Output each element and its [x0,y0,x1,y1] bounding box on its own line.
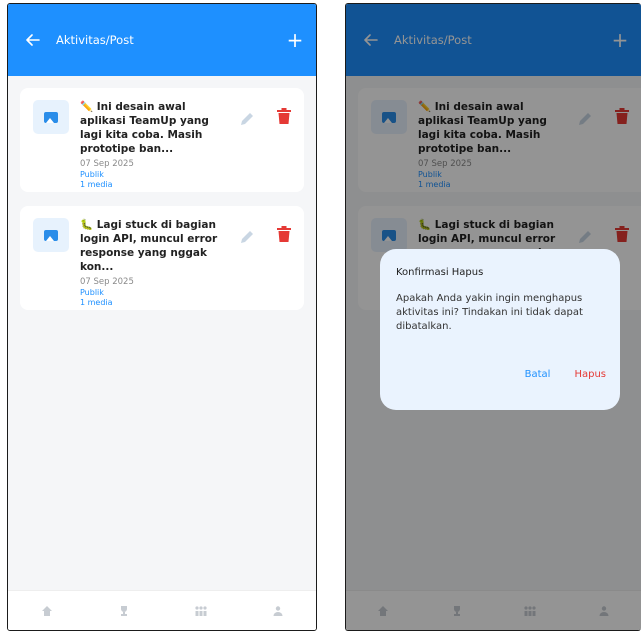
post-list: ✏️ Ini desain awal aplikasi TeamUp yang … [20,88,304,324]
trophy-icon [120,605,127,616]
image-icon [44,111,58,123]
screen-activity-list: Aktivitas/Post + ✏️ Ini desain awal apli… [7,3,317,631]
cancel-button[interactable]: Batal [525,369,551,380]
post-media-count: 1 media [80,298,113,307]
media-thumbnail[interactable] [33,100,69,134]
post-date: 07 Sep 2025 [80,277,134,287]
trash-icon[interactable] [276,107,292,125]
post-text: 🐛 Lagi stuck di bagian login API, muncul… [80,219,218,273]
dialog-title: Konfirmasi Hapus [396,267,484,278]
post-card[interactable]: 🐛 Lagi stuck di bagian login API, muncul… [20,206,304,310]
confirm-delete-dialog: Konfirmasi Hapus Apakah Anda yakin ingin… [380,249,620,410]
post-info: ✏️ Ini desain awal aplikasi TeamUp yang … [80,100,230,189]
trash-icon[interactable] [276,225,292,243]
pencil-icon[interactable] [238,228,256,246]
image-icon [44,229,58,241]
home-icon [41,605,52,616]
app-bar: Aktivitas/Post + [8,4,316,76]
nav-leaderboard[interactable] [113,600,135,622]
people-icon [194,605,207,616]
person-icon [273,605,282,616]
post-visibility: Publik [80,288,104,297]
nav-home[interactable] [36,600,58,622]
post-card[interactable]: ✏️ Ini desain awal aplikasi TeamUp yang … [20,88,304,192]
dialog-actions: Batal Hapus [525,369,606,380]
post-info: 🐛 Lagi stuck di bagian login API, muncul… [80,218,230,307]
media-thumbnail[interactable] [33,218,69,252]
bottom-nav [8,590,316,630]
post-visibility: Publik [80,170,104,179]
pencil-icon[interactable] [238,110,256,128]
post-date: 07 Sep 2025 [80,159,134,169]
confirm-delete-button[interactable]: Hapus [574,369,606,380]
nav-profile[interactable] [267,600,289,622]
nav-teams[interactable] [190,600,212,622]
screen-delete-confirmation: Aktivitas/Post + ✏️ Ini desain awal apli… [345,3,641,631]
dialog-message: Apakah Anda yakin ingin menghapus aktivi… [396,293,583,332]
post-text: ✏️ Ini desain awal aplikasi TeamUp yang … [80,101,209,155]
arrow-left-icon [26,34,40,46]
page-title: Aktivitas/Post [56,33,134,47]
add-post-button[interactable]: + [284,30,306,50]
back-button[interactable] [22,29,44,51]
post-media-count: 1 media [80,180,113,189]
